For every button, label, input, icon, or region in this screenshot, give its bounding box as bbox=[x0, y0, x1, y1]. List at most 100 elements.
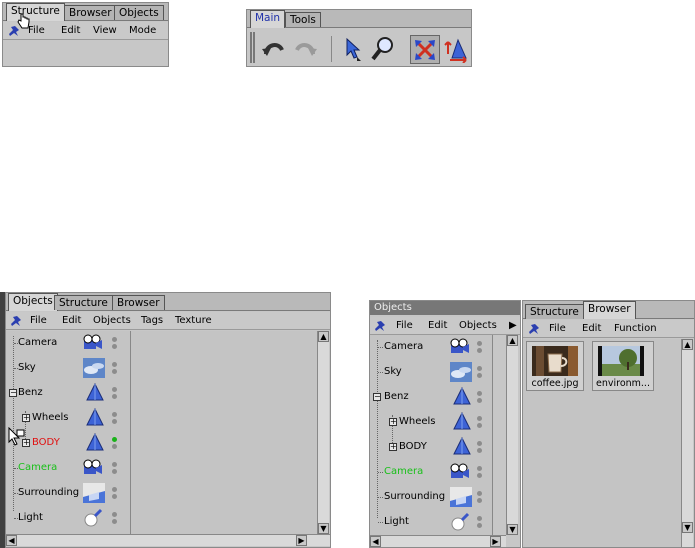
menu-edit[interactable]: Edit bbox=[582, 323, 601, 334]
visibility-dots[interactable] bbox=[112, 337, 118, 351]
objects-floating-panel: Objects File Edit Objects ▶ Camera Sky −… bbox=[369, 300, 521, 548]
tab-browser[interactable]: Browser bbox=[64, 5, 117, 20]
tab-browser[interactable]: Browser bbox=[112, 295, 165, 310]
pin-icon[interactable] bbox=[527, 322, 541, 335]
tree-row-benz[interactable]: − Benz bbox=[6, 381, 130, 406]
tree-row-camera-2[interactable]: Camera bbox=[370, 460, 492, 485]
pin-icon[interactable] bbox=[373, 319, 387, 332]
tab-main[interactable]: Main bbox=[250, 10, 286, 28]
tags-column[interactable] bbox=[131, 331, 317, 534]
menu-edit[interactable]: Edit bbox=[61, 25, 80, 36]
redo-icon[interactable] bbox=[292, 36, 318, 62]
undo-icon[interactable] bbox=[261, 36, 287, 62]
menu-tags[interactable]: Tags bbox=[141, 315, 163, 326]
tree-row-benz[interactable]: − Benz bbox=[370, 385, 492, 410]
vertical-scrollbar[interactable]: ▲ ▼ bbox=[681, 339, 693, 547]
tree-row-light[interactable]: Light bbox=[370, 510, 492, 535]
menu-file[interactable]: File bbox=[396, 320, 413, 331]
menu-texture[interactable]: Texture bbox=[175, 315, 212, 326]
visibility-dots[interactable] bbox=[112, 362, 118, 376]
scroll-up-button[interactable]: ▲ bbox=[507, 335, 518, 346]
tab-objects[interactable]: Objects bbox=[114, 5, 164, 20]
tab-browser[interactable]: Browser bbox=[583, 301, 636, 319]
visibility-dots[interactable] bbox=[112, 412, 118, 426]
tree-row-sky[interactable]: Sky bbox=[370, 360, 492, 385]
expand-toggle[interactable]: + bbox=[22, 414, 30, 422]
tab-objects[interactable]: Objects bbox=[8, 293, 58, 311]
scroll-up-button[interactable]: ▲ bbox=[682, 339, 693, 350]
menu-bar: File Edit Function bbox=[523, 320, 694, 338]
select-arrow-icon[interactable] bbox=[344, 37, 366, 63]
toolbar-grip[interactable] bbox=[250, 32, 255, 63]
tab-structure[interactable]: Structure bbox=[54, 295, 113, 310]
file-thumbnail-coffee[interactable]: coffee.jpg bbox=[526, 341, 584, 391]
scroll-down-button[interactable]: ▼ bbox=[507, 524, 518, 535]
file-name: environm... bbox=[596, 378, 650, 389]
tree-row-body[interactable]: + BODY bbox=[370, 435, 492, 460]
browser-panel: Structure Browser File Edit Function cof… bbox=[522, 300, 695, 548]
visibility-dots[interactable] bbox=[477, 416, 483, 430]
zoom-magnifier-icon[interactable] bbox=[370, 35, 396, 63]
visibility-dots[interactable] bbox=[112, 437, 118, 451]
tab-tools[interactable]: Tools bbox=[285, 12, 321, 27]
horizontal-scrollbar[interactable]: ◀ ▶ bbox=[6, 534, 330, 546]
visibility-dots[interactable] bbox=[477, 516, 483, 530]
row-label: Benz bbox=[384, 391, 409, 402]
visibility-dots[interactable] bbox=[477, 341, 483, 355]
move-object-icon[interactable] bbox=[444, 36, 470, 63]
light-icon bbox=[451, 512, 470, 531]
tree-row-light[interactable]: Light bbox=[6, 506, 130, 531]
menu-mode[interactable]: Mode bbox=[129, 25, 156, 36]
menu-more-arrow[interactable]: ▶ bbox=[509, 320, 517, 331]
tree-row-wheels[interactable]: + Wheels bbox=[370, 410, 492, 435]
scroll-up-button[interactable]: ▲ bbox=[318, 331, 329, 342]
visibility-dots[interactable] bbox=[477, 441, 483, 455]
expand-toggle[interactable]: + bbox=[389, 418, 397, 426]
scale-tool-button[interactable] bbox=[410, 35, 440, 64]
vertical-scrollbar[interactable]: ▲ ▼ bbox=[506, 335, 518, 535]
file-name: coffee.jpg bbox=[531, 378, 579, 389]
tree-row-camera[interactable]: Camera bbox=[6, 331, 130, 356]
menu-objects[interactable]: Objects bbox=[459, 320, 497, 331]
vertical-scrollbar[interactable]: ▲ ▼ bbox=[317, 331, 329, 534]
visibility-dots[interactable] bbox=[112, 462, 118, 476]
tab-structure[interactable]: Structure bbox=[525, 304, 584, 319]
tree-row-camera-2[interactable]: Camera bbox=[6, 456, 130, 481]
visibility-dots[interactable] bbox=[477, 491, 483, 505]
scroll-right-button[interactable]: ▶ bbox=[296, 535, 307, 546]
menu-file[interactable]: File bbox=[549, 323, 566, 334]
scroll-left-button[interactable]: ◀ bbox=[370, 536, 381, 547]
toolbar-divider bbox=[331, 36, 332, 62]
panel-title-bar[interactable]: Objects bbox=[370, 301, 520, 315]
tree-row-sky[interactable]: Sky bbox=[6, 356, 130, 381]
tree-row-surrounding[interactable]: Surrounding bbox=[6, 481, 130, 506]
scroll-down-button[interactable]: ▼ bbox=[682, 522, 693, 533]
collapse-toggle[interactable]: − bbox=[9, 389, 17, 397]
tree-row-camera[interactable]: Camera bbox=[370, 335, 492, 360]
scroll-down-button[interactable]: ▼ bbox=[318, 523, 329, 534]
file-thumbnail-environment[interactable]: environm... bbox=[592, 341, 654, 391]
menu-edit[interactable]: Edit bbox=[428, 320, 447, 331]
visibility-dots[interactable] bbox=[112, 387, 118, 401]
scroll-left-button[interactable]: ◀ bbox=[6, 535, 17, 546]
floor-icon bbox=[450, 487, 472, 507]
pin-icon[interactable] bbox=[9, 314, 23, 327]
collapse-toggle[interactable]: − bbox=[373, 393, 381, 401]
environment-image-icon bbox=[598, 346, 644, 376]
menu-file[interactable]: File bbox=[30, 315, 47, 326]
visibility-dots[interactable] bbox=[112, 487, 118, 501]
menu-edit[interactable]: Edit bbox=[62, 315, 81, 326]
expand-toggle[interactable]: + bbox=[389, 443, 397, 451]
visibility-dots[interactable] bbox=[477, 366, 483, 380]
menu-objects[interactable]: Objects bbox=[93, 315, 131, 326]
object-manager-panel: Objects Structure Browser File Edit Obje… bbox=[5, 292, 331, 548]
visibility-dots[interactable] bbox=[477, 466, 483, 480]
tree-row-surrounding[interactable]: Surrounding bbox=[370, 485, 492, 510]
visibility-dots[interactable] bbox=[112, 512, 118, 526]
visibility-dots[interactable] bbox=[477, 391, 483, 405]
horizontal-scrollbar[interactable]: ◀ ▶ bbox=[370, 535, 506, 547]
tab-structure[interactable]: Structure bbox=[6, 3, 65, 21]
menu-view[interactable]: View bbox=[93, 25, 117, 36]
scroll-right-button[interactable]: ▶ bbox=[490, 536, 501, 547]
menu-function[interactable]: Function bbox=[614, 323, 657, 334]
